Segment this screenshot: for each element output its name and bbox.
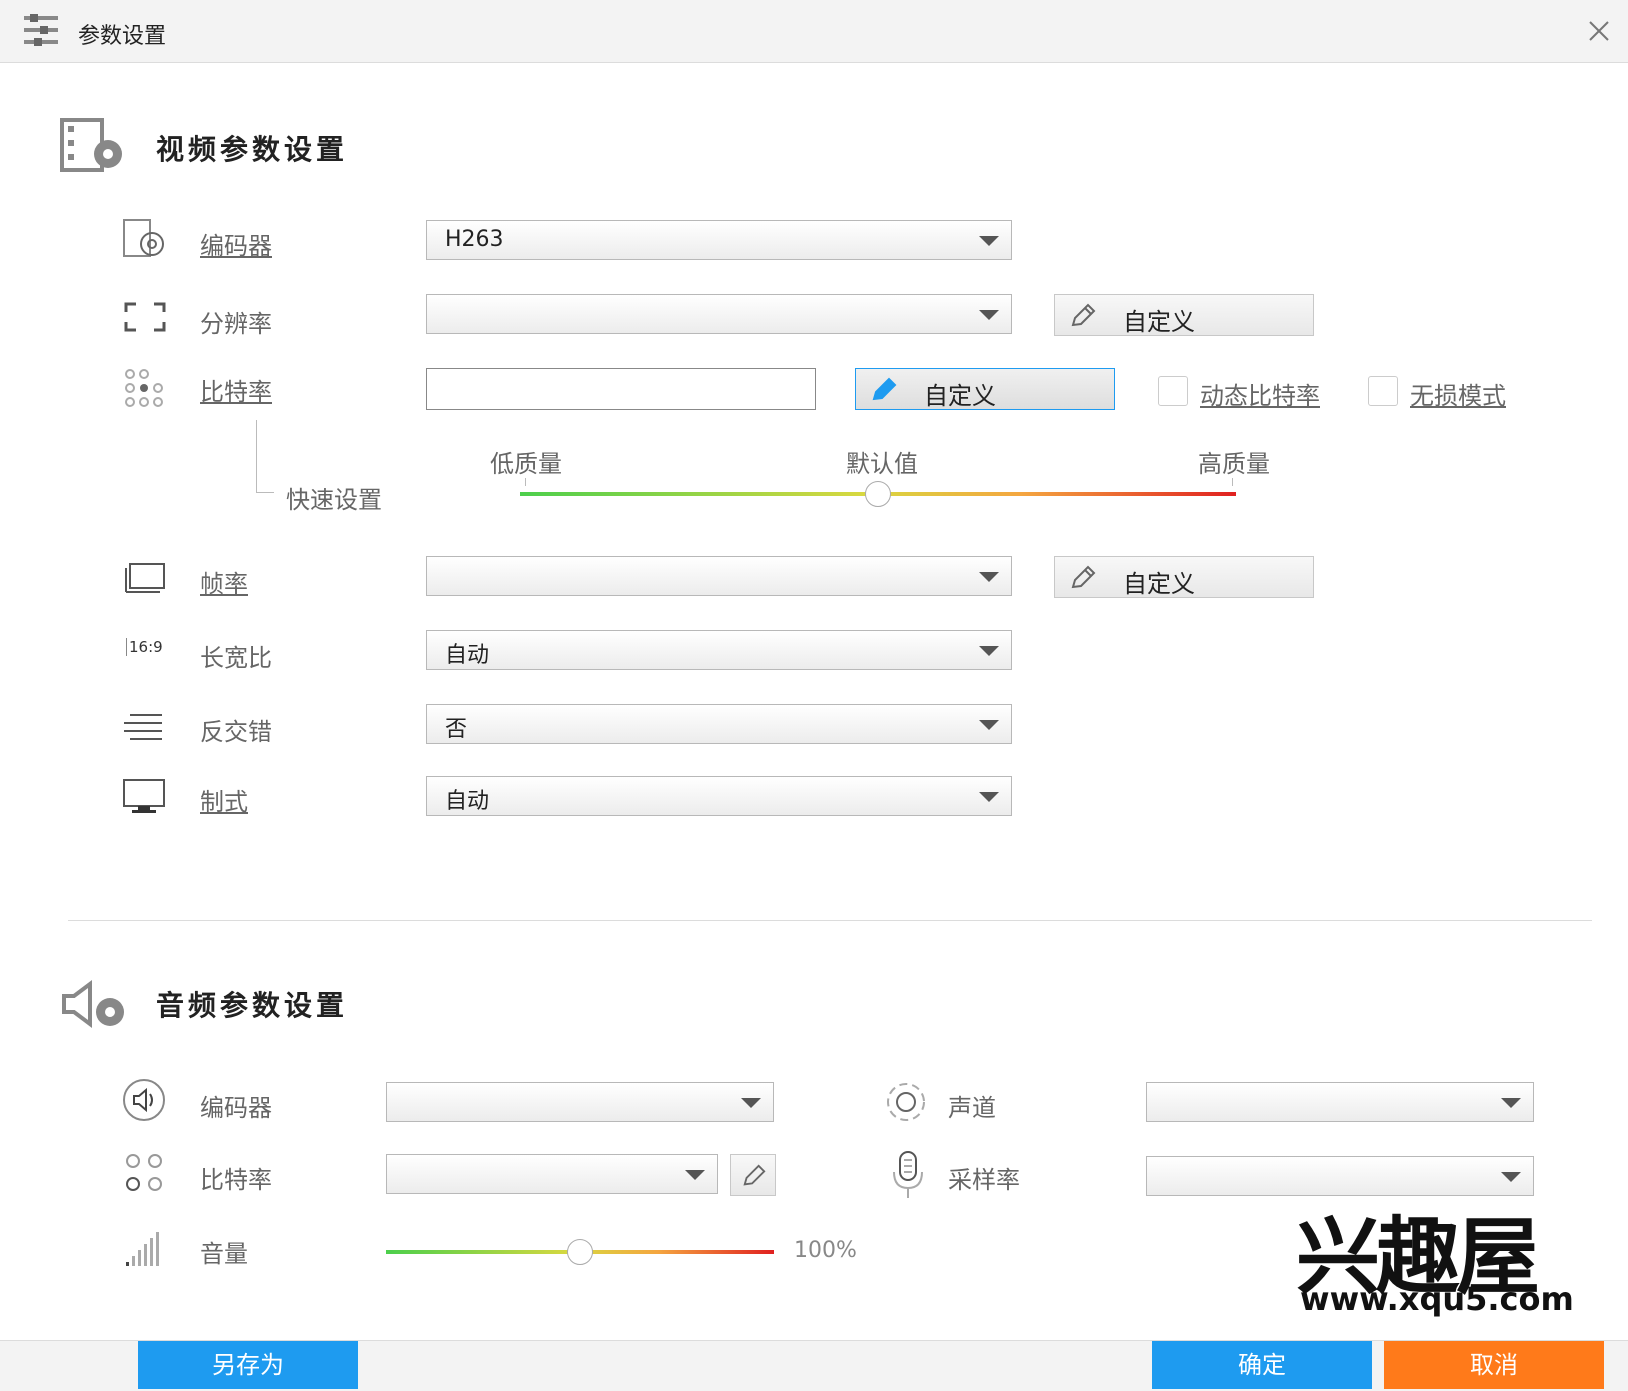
encoder-label: 编码器: [200, 232, 272, 260]
framerate-label: 帧率: [200, 570, 248, 598]
cancel-button[interactable]: 取消: [1384, 1341, 1604, 1389]
audio-encoder-label: 编码器: [200, 1094, 272, 1122]
deinterlace-icon: [124, 714, 162, 740]
bitrate-custom-button[interactable]: 自定义: [855, 368, 1115, 410]
audio-bitrate-select[interactable]: [386, 1154, 718, 1194]
resolution-label: 分辨率: [200, 310, 272, 338]
video-settings-icon: [60, 118, 122, 172]
audio-settings-icon: [62, 980, 124, 1028]
pencil-icon: [872, 377, 897, 401]
pencil-icon: [1071, 303, 1096, 327]
title-bar: [0, 0, 1628, 63]
slider-low-label: 低质量: [490, 450, 562, 478]
audio-bitrate-label: 比特率: [200, 1166, 272, 1194]
chevron-down-icon: [979, 310, 999, 320]
quality-slider-knob[interactable]: [865, 481, 891, 507]
slider-high-label: 高质量: [1198, 450, 1270, 478]
dynamic-bitrate-checkbox[interactable]: [1158, 376, 1188, 406]
volume-label: 音量: [200, 1240, 248, 1268]
resolution-select[interactable]: [426, 294, 1012, 334]
bitrate-input[interactable]: [426, 368, 816, 410]
video-section-title: 视频参数设置: [156, 133, 349, 166]
microphone-icon: [893, 1151, 923, 1198]
framerate-custom-button[interactable]: 自定义: [1054, 556, 1314, 598]
standard-label: 制式: [200, 788, 248, 816]
window-title: 参数设置: [78, 24, 167, 49]
tree-connector: [256, 492, 274, 493]
aspect-ratio-icon: 16:9: [126, 638, 163, 656]
channel-icon: [887, 1083, 925, 1121]
tree-connector: [256, 420, 257, 492]
close-icon[interactable]: [1584, 16, 1614, 46]
ok-button[interactable]: 确定: [1152, 1341, 1372, 1389]
volume-slider-knob[interactable]: [567, 1239, 593, 1265]
dynamic-bitrate-label[interactable]: 动态比特率: [1200, 376, 1320, 411]
channel-label: 声道: [948, 1094, 996, 1122]
chevron-down-icon: [979, 720, 999, 730]
slider-default-label: 默认值: [846, 450, 918, 478]
pencil-icon: [1071, 565, 1096, 589]
chevron-down-icon: [979, 572, 999, 582]
audio-section-title: 音频参数设置: [156, 989, 349, 1022]
bitrate-dots-icon: [125, 369, 163, 407]
encoder-value: H263: [445, 227, 504, 252]
framerate-icon: [125, 563, 165, 593]
audio-bitrate-dots-icon: [126, 1154, 162, 1191]
chevron-down-icon: [979, 792, 999, 802]
lossless-label[interactable]: 无损模式: [1410, 376, 1506, 411]
channel-select[interactable]: [1146, 1082, 1534, 1122]
lossless-checkbox[interactable]: [1368, 376, 1398, 406]
resolution-custom-button[interactable]: 自定义: [1054, 294, 1314, 336]
deinterlace-label: 反交错: [200, 718, 272, 746]
signal-bars-icon: [126, 1232, 159, 1266]
chevron-down-icon: [685, 1170, 705, 1180]
chevron-down-icon: [1501, 1098, 1521, 1108]
slider-tick: [1232, 478, 1233, 486]
save-as-button[interactable]: 另存为: [138, 1341, 358, 1389]
standard-select[interactable]: 自动: [426, 776, 1012, 816]
resolution-frame-icon: [124, 302, 166, 332]
watermark-url: www.xqu5.com: [1300, 1280, 1574, 1318]
volume-value: 100%: [794, 1238, 857, 1263]
chevron-down-icon: [1501, 1172, 1521, 1182]
encoder-icon: [123, 219, 164, 257]
encoder-select[interactable]: H263: [426, 220, 1012, 260]
monitor-icon: [123, 779, 165, 813]
section-divider: [68, 920, 1592, 921]
samplerate-label: 采样率: [948, 1166, 1020, 1194]
speaker-icon: [123, 1079, 165, 1121]
pencil-icon: [743, 1164, 766, 1186]
quick-settings-label: 快速设置: [286, 486, 382, 514]
framerate-select[interactable]: [426, 556, 1012, 596]
audio-bitrate-edit-button[interactable]: [730, 1154, 776, 1196]
slider-tick: [525, 478, 526, 486]
deinterlace-select[interactable]: 否: [426, 704, 1012, 744]
chevron-down-icon: [979, 646, 999, 656]
chevron-down-icon: [979, 236, 999, 246]
aspect-label: 长宽比: [200, 644, 272, 672]
audio-encoder-select[interactable]: [386, 1082, 774, 1122]
bitrate-label: 比特率: [200, 378, 272, 406]
chevron-down-icon: [741, 1098, 761, 1108]
aspect-select[interactable]: 自动: [426, 630, 1012, 670]
settings-sliders-icon: [24, 14, 58, 46]
